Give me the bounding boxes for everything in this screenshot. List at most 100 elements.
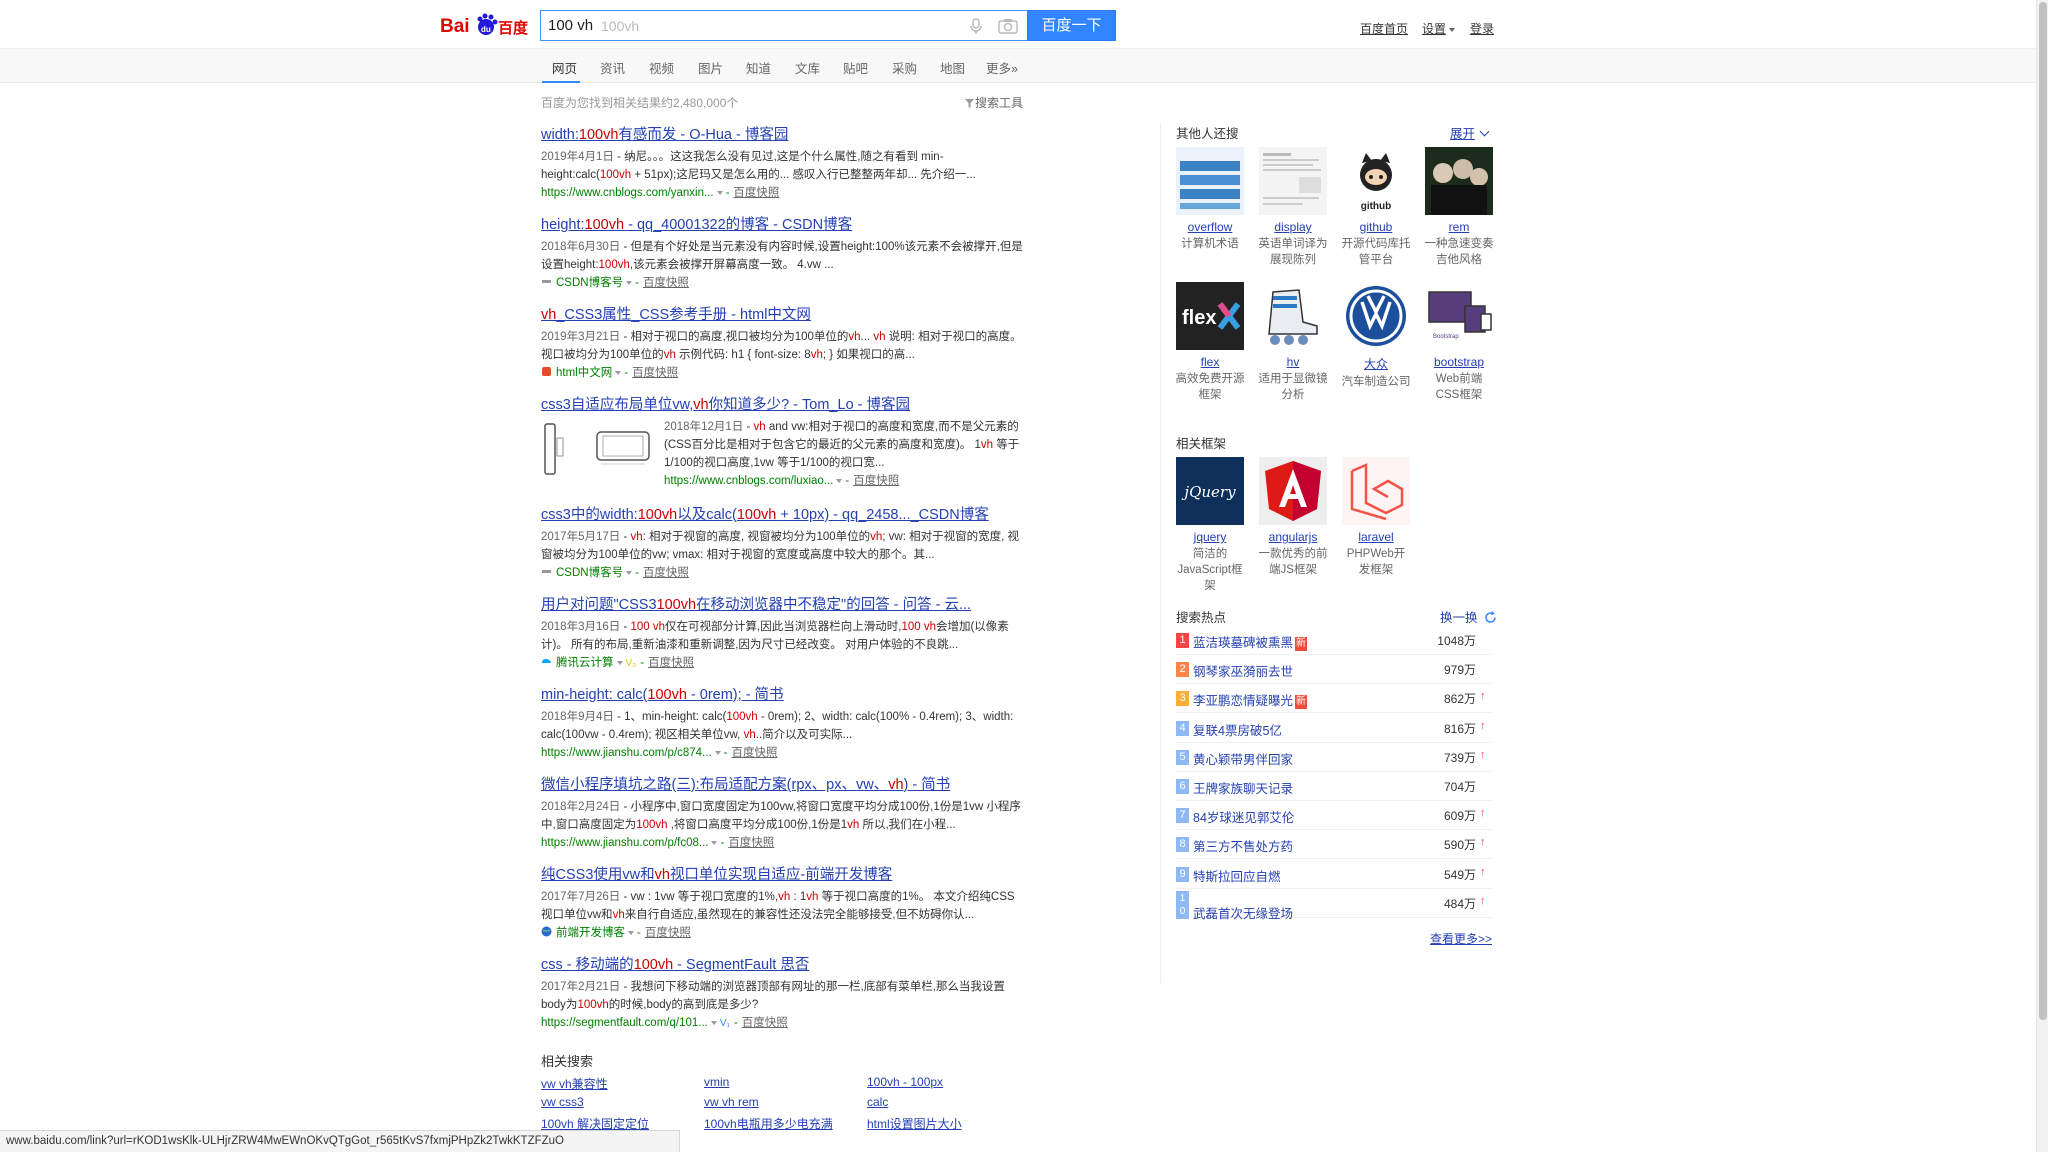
result-url[interactable]: https://www.cnblogs.com/luxiao... xyxy=(664,475,833,487)
hot-search-link[interactable]: 李亚鹏恋情疑曝光新 xyxy=(1193,690,1308,710)
see-more-link[interactable]: 查看更多>> xyxy=(1430,930,1492,947)
hot-search-link[interactable]: 黄心颖带男伴回家 xyxy=(1193,749,1293,768)
related-entity-card[interactable]: overflow 计算机术语 xyxy=(1175,147,1245,252)
framework-card[interactable]: angularjs 一款优秀的前端JS框架 xyxy=(1258,457,1328,578)
microphone-icon[interactable] xyxy=(967,17,985,35)
related-search-link[interactable]: 100vh电瓶用多少电充满 xyxy=(704,1115,833,1132)
hot-search-row[interactable]: 5 黄心颖带男伴回家 739万 ↑ xyxy=(1176,743,1492,772)
related-entity-card[interactable]: Bootstrap bootstrap Web前端CSS框架 xyxy=(1424,282,1494,403)
snapshot-link[interactable]: 百度快照 xyxy=(853,475,899,487)
result-site[interactable]: CSDN博客号 xyxy=(556,277,623,289)
result-title[interactable]: vh_CSS3属性_CSS参考手册 - html中文网 xyxy=(541,306,1026,324)
refresh-button[interactable]: 换一换 xyxy=(1440,607,1497,626)
search-tools-button[interactable]: 搜索工具 xyxy=(965,94,1023,111)
result-site[interactable]: CSDN博客号 xyxy=(556,567,623,579)
related-entity-card[interactable]: hv 适用于显微镜分析 xyxy=(1258,282,1328,403)
related-search-link[interactable]: calc xyxy=(867,1095,888,1109)
tab-purchase[interactable]: 采购 xyxy=(892,58,917,77)
hot-search-link[interactable]: 第三方不售处方药 xyxy=(1193,836,1293,855)
card-name[interactable]: github xyxy=(1341,220,1411,234)
settings-link[interactable]: 设置 xyxy=(1422,20,1456,37)
result-title[interactable]: height:100vh - qq_40001322的博客 - CSDN博客 xyxy=(541,216,1026,234)
hot-search-link[interactable]: 复联4票房破5亿 xyxy=(1193,720,1282,739)
baidu-logo[interactable]: Bai du 百度 xyxy=(440,11,532,39)
caret-down-icon[interactable] xyxy=(716,190,723,195)
result-site[interactable]: 前端开发博客 xyxy=(556,927,625,939)
caret-down-icon[interactable] xyxy=(626,570,633,575)
card-name[interactable]: overflow xyxy=(1175,220,1245,234)
result-site[interactable]: 腾讯云计算 xyxy=(556,657,614,669)
caret-down-icon[interactable] xyxy=(714,750,721,755)
card-name[interactable]: bootstrap xyxy=(1424,355,1494,369)
snapshot-link[interactable]: 百度快照 xyxy=(742,1017,788,1029)
hot-search-link[interactable]: 84岁球迷见郭艾伦 xyxy=(1193,807,1294,826)
hot-search-row[interactable]: 7 84岁球迷见郭艾伦 609万 ↑ xyxy=(1176,801,1492,831)
caret-down-icon[interactable] xyxy=(615,370,622,375)
camera-icon[interactable] xyxy=(997,17,1019,35)
hot-search-row[interactable]: 1 蓝洁瑛墓碑被熏黑新 1048万 xyxy=(1176,626,1492,655)
tab-video[interactable]: 视频 xyxy=(649,58,674,77)
snapshot-link[interactable]: 百度快照 xyxy=(643,277,689,289)
card-name[interactable]: angularjs xyxy=(1258,530,1328,544)
related-search-link[interactable]: vw css3 xyxy=(541,1095,584,1109)
caret-down-icon[interactable] xyxy=(628,930,634,935)
result-url[interactable]: https://segmentfault.com/q/101... xyxy=(541,1017,708,1029)
related-search-link[interactable]: vw vh rem xyxy=(704,1095,759,1109)
snapshot-link[interactable]: 百度快照 xyxy=(645,927,691,939)
caret-down-icon[interactable] xyxy=(711,840,718,845)
tab-images[interactable]: 图片 xyxy=(698,58,723,77)
hot-search-row[interactable]: 9 特斯拉回应自燃 549万 ↑ xyxy=(1176,860,1492,889)
page-scrollbar[interactable] xyxy=(2036,0,2048,1152)
tab-map[interactable]: 地图 xyxy=(940,58,965,77)
hot-search-row[interactable]: 3 李亚鹏恋情疑曝光新 862万 ↑ xyxy=(1176,684,1492,714)
result-thumbnail[interactable] xyxy=(541,418,658,480)
snapshot-link[interactable]: 百度快照 xyxy=(728,837,774,849)
hot-search-row[interactable]: 6 王牌家族聊天记录 704万 xyxy=(1176,772,1492,801)
hot-search-row[interactable]: 2 钢琴家巫漪丽去世 979万 xyxy=(1176,655,1492,685)
search-button[interactable]: 百度一下 xyxy=(1027,10,1116,41)
hot-search-row[interactable]: 8 第三方不售处方药 590万 ↑ xyxy=(1176,830,1492,860)
result-title[interactable]: css3中的width:100vh以及calc(100vh + 10px) - … xyxy=(541,506,1026,524)
result-url[interactable]: https://www.cnblogs.com/yanxin... xyxy=(541,187,714,199)
related-entity-card[interactable]: rem 一种急速变奏吉他风格 xyxy=(1424,147,1494,268)
scrollbar-thumb[interactable] xyxy=(2039,2,2047,1020)
result-title[interactable]: min-height: calc(100vh - 0rem); - 简书 xyxy=(541,686,1026,704)
hot-search-link[interactable]: 特斯拉回应自燃 xyxy=(1193,866,1281,885)
caret-down-icon[interactable] xyxy=(626,280,633,285)
result-title[interactable]: width:100vh有感而发 - O-Hua - 博客园 xyxy=(541,126,1026,144)
hot-search-row[interactable]: 10 武磊首次无缘登场 484万 ↑ xyxy=(1176,889,1492,921)
card-name[interactable]: hv xyxy=(1258,355,1328,369)
related-entity-card[interactable]: flex flex 高效免费开源框架 xyxy=(1175,282,1245,403)
expand-button[interactable]: 展开 xyxy=(1450,123,1490,142)
snapshot-link[interactable]: 百度快照 xyxy=(733,187,779,199)
result-url[interactable]: https://www.jianshu.com/p/fc08... xyxy=(541,837,708,849)
related-entity-card[interactable]: display 英语单词译为展现陈列 xyxy=(1258,147,1328,268)
tab-zhidao[interactable]: 知道 xyxy=(746,58,771,77)
card-name[interactable]: rem xyxy=(1424,220,1494,234)
tab-tieba[interactable]: 贴吧 xyxy=(843,58,868,77)
result-title[interactable]: 微信小程序填坑之路(三):布局适配方案(rpx、px、vw、vh) - 简书 xyxy=(541,776,1026,794)
card-name[interactable]: flex xyxy=(1175,355,1245,369)
result-title[interactable]: 纯CSS3使用vw和vh视口单位实现自适应-前端开发博客 xyxy=(541,866,1026,884)
tab-more[interactable]: 更多» xyxy=(986,58,1018,77)
hot-search-link[interactable]: 武磊首次无缘登场 xyxy=(1193,903,1293,922)
hot-search-link[interactable]: 王牌家族聊天记录 xyxy=(1193,778,1293,797)
hot-search-link[interactable]: 钢琴家巫漪丽去世 xyxy=(1193,661,1293,680)
framework-card[interactable]: jQuery jquery 简洁的JavaScript框架 xyxy=(1175,457,1245,594)
baidu-home-link[interactable]: 百度首页 xyxy=(1360,20,1408,37)
caret-down-icon[interactable] xyxy=(710,1020,717,1025)
snapshot-link[interactable]: 百度快照 xyxy=(732,747,778,759)
login-link[interactable]: 登录 xyxy=(1470,20,1494,37)
card-name[interactable]: jquery xyxy=(1175,530,1245,544)
related-search-link[interactable]: vmin xyxy=(704,1075,729,1089)
result-site[interactable]: html中文网 xyxy=(556,367,612,379)
card-name[interactable]: display xyxy=(1258,220,1328,234)
result-title[interactable]: 用户对问题"CSS3100vh在移动浏览器中不稳定"的回答 - 问答 - 云..… xyxy=(541,596,1026,614)
related-search-link[interactable]: html设置图片大小 xyxy=(867,1115,962,1132)
hot-search-link[interactable]: 蓝洁瑛墓碑被熏黑新 xyxy=(1193,632,1308,651)
tab-web[interactable]: 网页 xyxy=(552,58,577,77)
card-name[interactable]: 大众 xyxy=(1341,355,1411,372)
result-title[interactable]: css - 移动端的100vh - SegmentFault 思否 xyxy=(541,956,1026,974)
result-title[interactable]: css3自适应布局单位vw,vh你知道多少? - Tom_Lo - 博客园 xyxy=(541,396,1026,414)
caret-down-icon[interactable] xyxy=(836,478,843,483)
